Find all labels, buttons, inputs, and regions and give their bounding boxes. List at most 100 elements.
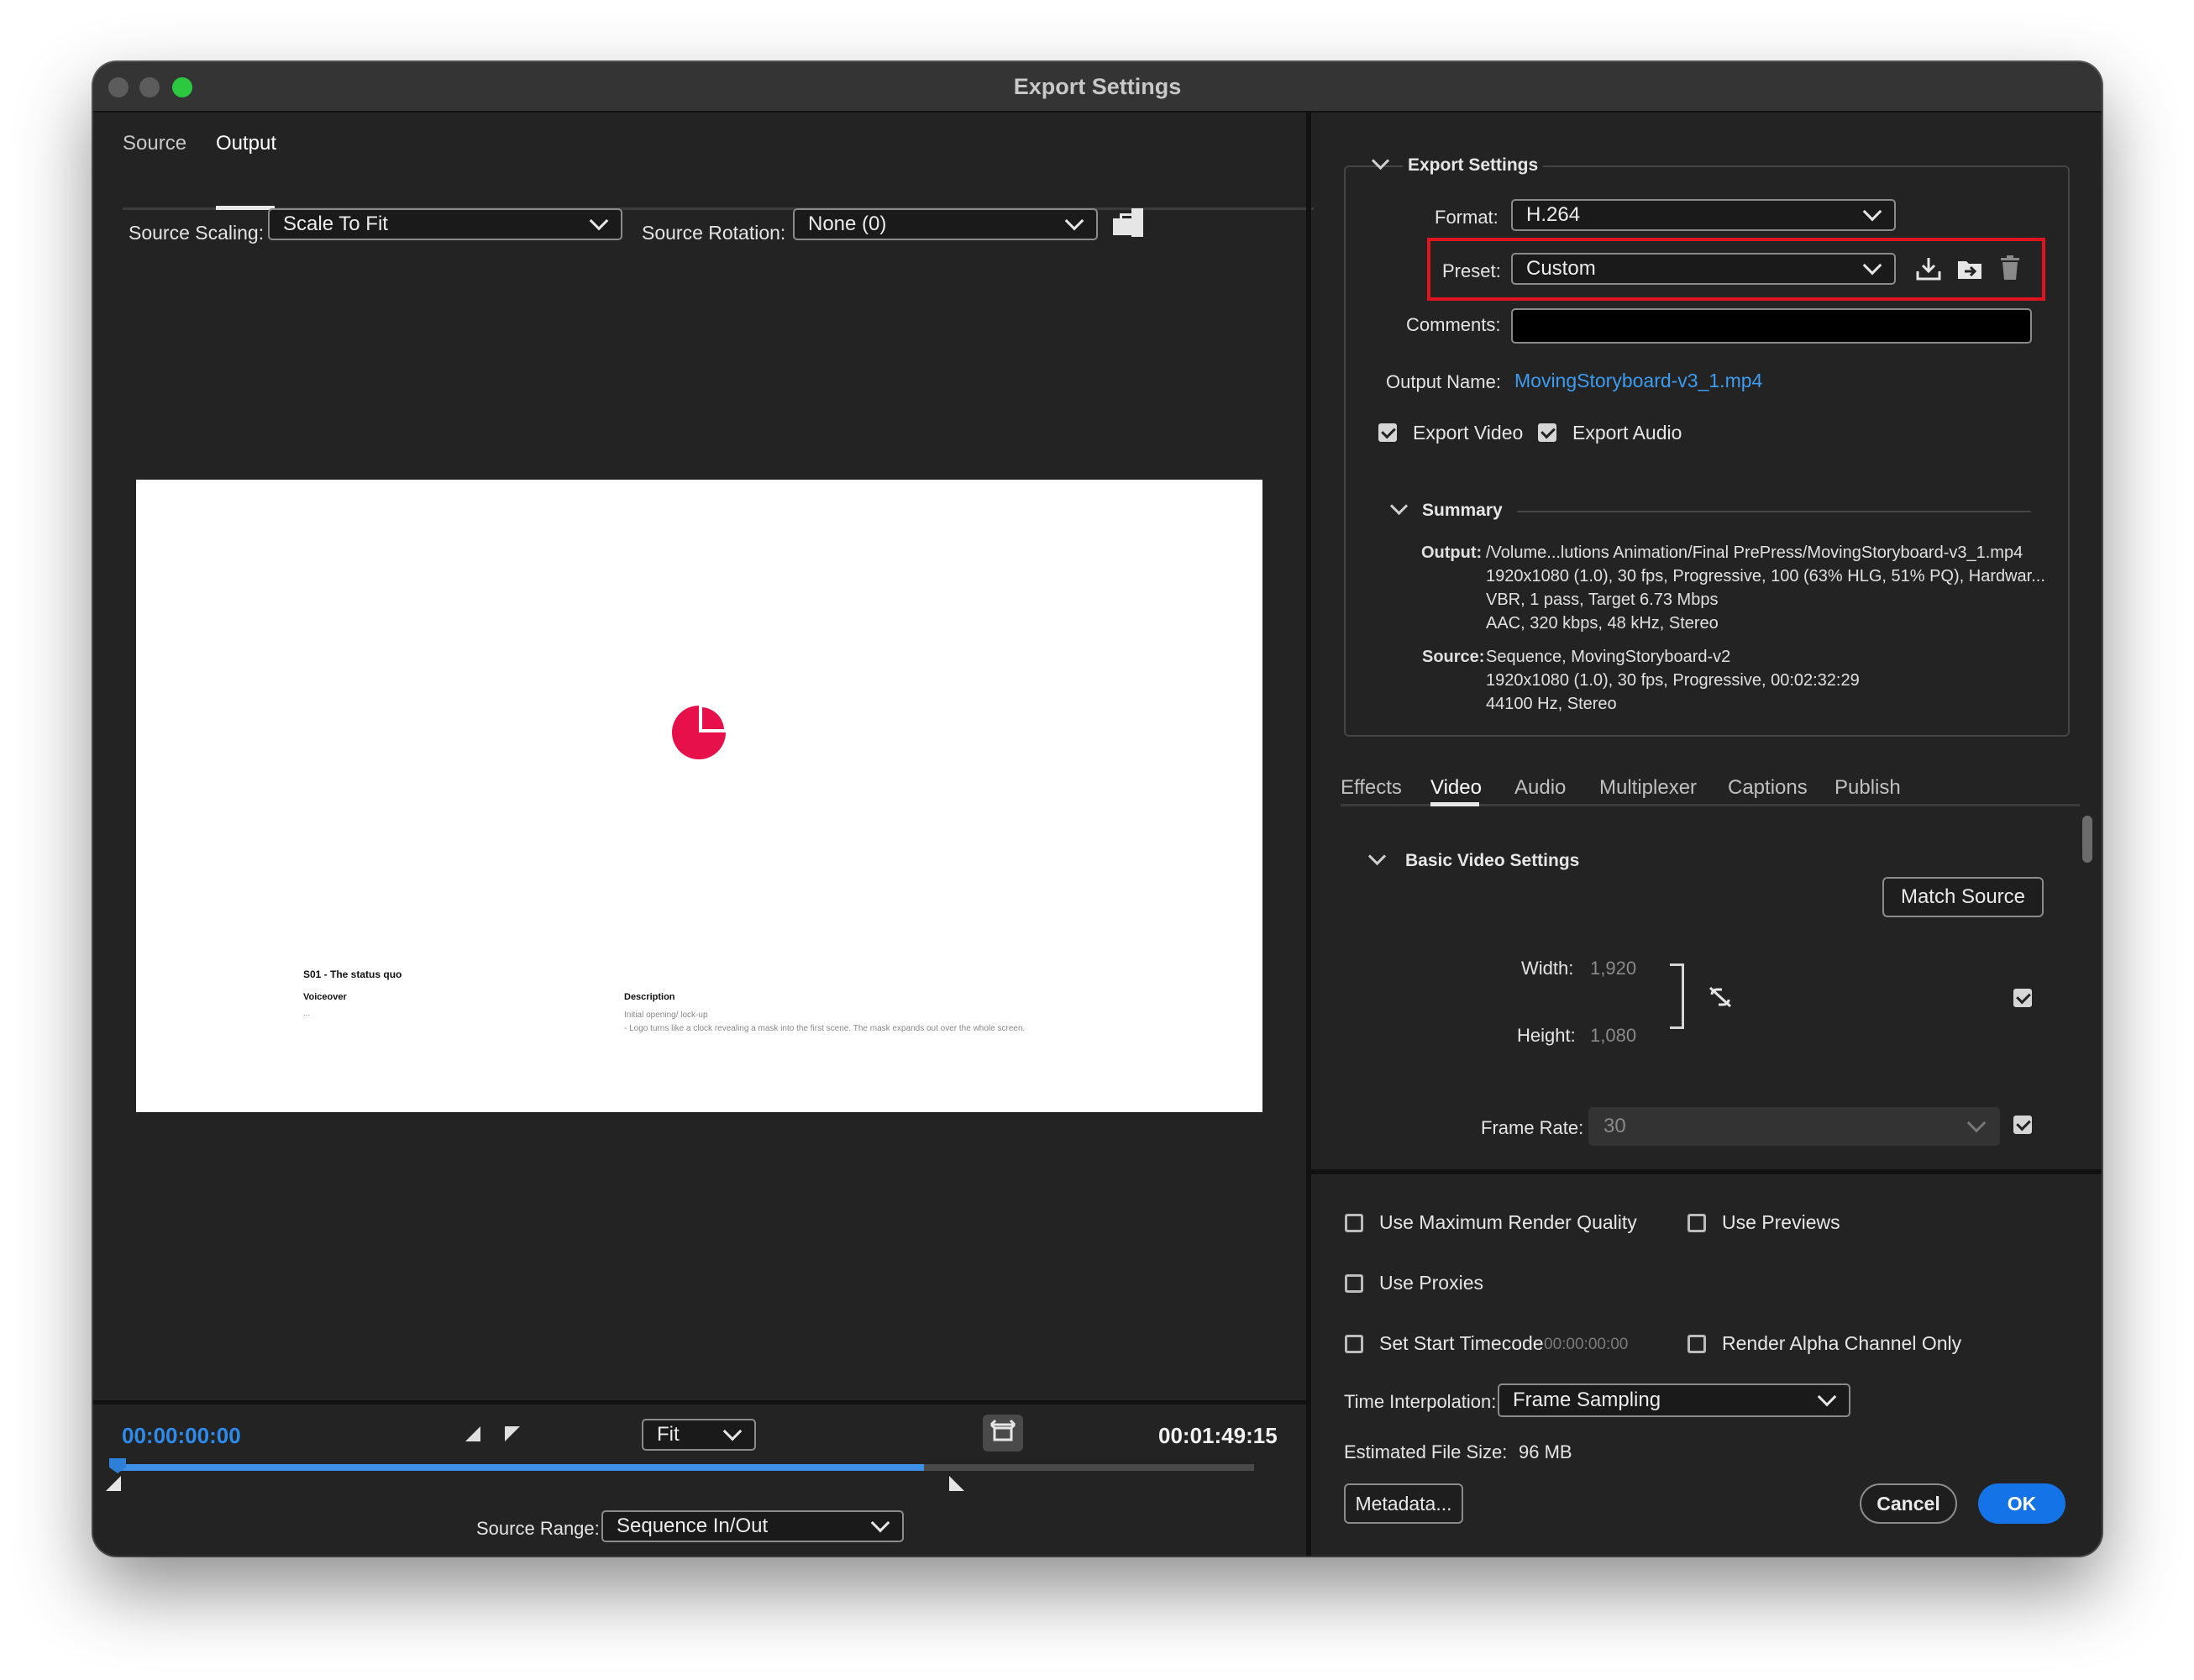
tab-output-underline (216, 206, 275, 210)
end-time: 00:01:49:15 (1158, 1423, 1278, 1448)
summary-output-line: 1920x1080 (1.0), 30 fps, Progressive, 10… (1486, 567, 2045, 585)
summary-source-line: Sequence, MovingStoryboard-v2 (1486, 648, 1731, 666)
fit-timeline-icon (989, 1419, 1016, 1441)
source-range-label: Source Range: (476, 1518, 600, 1539)
bottom-divider (1311, 1169, 2102, 1174)
ok-button[interactable]: OK (1978, 1483, 2065, 1524)
frame-rate-value: 30 (1604, 1115, 1626, 1137)
export-settings-window: Export Settings Source Output Source Sca… (93, 62, 2102, 1556)
in-point-handle-icon[interactable] (106, 1476, 121, 1491)
frame-rate-override-checkbox[interactable] (2013, 1116, 2032, 1134)
width-value[interactable]: 1,920 (1590, 958, 1636, 979)
summary-output-line: /Volume...lutions Animation/Final PrePre… (1486, 543, 2023, 562)
output-name-label: Output Name: (1386, 371, 1501, 392)
use-proxies-label: Use Proxies (1379, 1272, 1483, 1294)
cancel-button[interactable]: Cancel (1860, 1483, 1957, 1524)
tab-captions[interactable]: Captions (1728, 776, 1808, 800)
zoom-value: Fit (657, 1423, 680, 1446)
current-time[interactable]: 00:00:00:00 (122, 1423, 241, 1449)
time-interpolation-value: Frame Sampling (1513, 1389, 1661, 1411)
save-preset-icon[interactable] (1915, 256, 1942, 281)
crop-output-icon[interactable] (1113, 208, 1145, 237)
use-max-render-quality-checkbox[interactable] (1345, 1214, 1363, 1232)
use-proxies-checkbox[interactable] (1345, 1274, 1363, 1293)
chevron-down-icon (870, 1513, 890, 1533)
use-previews-label: Use Previews (1722, 1211, 1840, 1233)
set-start-timecode-checkbox[interactable] (1345, 1335, 1363, 1353)
timeline-range-fill (117, 1464, 925, 1471)
match-source-button[interactable]: Match Source (1882, 877, 2044, 917)
source-rotation-dropdown[interactable]: None (0) (793, 208, 1098, 240)
description-line-2: - Logo turns like a clock revealing a ma… (624, 1024, 1026, 1033)
export-audio-label: Export Audio (1572, 422, 1682, 444)
width-label: Width: (1521, 958, 1574, 979)
timeline-track[interactable] (117, 1464, 1254, 1471)
set-start-timecode-label: Set Start Timecode (1379, 1332, 1544, 1354)
export-video-label: Export Video (1413, 422, 1524, 444)
render-alpha-checkbox[interactable] (1687, 1335, 1706, 1353)
export-audio-checkbox[interactable] (1538, 423, 1556, 442)
collapse-basic-video-icon[interactable] (1367, 847, 1387, 866)
chevron-down-icon (1862, 202, 1882, 222)
height-label: Height: (1517, 1025, 1576, 1046)
tab-publish[interactable]: Publish (1834, 776, 1901, 800)
chevron-down-icon (722, 1421, 743, 1441)
logo-pie-icon (672, 706, 726, 759)
chevron-down-icon (1064, 211, 1084, 231)
tab-audio[interactable]: Audio (1514, 776, 1566, 800)
export-settings-title: Export Settings (1403, 155, 1544, 176)
timeline-divider (93, 1400, 1306, 1404)
voiceover-label: Voiceover (303, 992, 347, 1002)
format-value: H.264 (1526, 203, 1581, 226)
height-value[interactable]: 1,080 (1590, 1025, 1636, 1047)
source-scaling-label: Source Scaling: (129, 222, 265, 244)
tab-multiplexer[interactable]: Multiplexer (1599, 776, 1697, 800)
source-range-dropdown[interactable]: Sequence In/Out (601, 1510, 904, 1542)
window-title: Export Settings (1013, 74, 1182, 99)
pane-divider[interactable] (1306, 113, 1311, 1556)
preset-dropdown[interactable]: Custom (1511, 253, 1896, 285)
title-bar: Export Settings (93, 62, 2102, 113)
comments-input[interactable] (1511, 308, 2032, 344)
export-video-checkbox[interactable] (1378, 423, 1397, 442)
start-timecode-value[interactable]: 00:00:00:00 (1544, 1336, 1628, 1354)
tab-video[interactable]: Video (1430, 776, 1482, 800)
tab-video-underline (1430, 802, 1479, 806)
source-rotation-value: None (0) (808, 213, 887, 235)
summary-source-line: 44100 Hz, Stereo (1486, 695, 1617, 713)
tab-output[interactable]: Output (216, 132, 276, 155)
summary-output-line: AAC, 320 kbps, 48 kHz, Stereo (1486, 614, 1719, 633)
out-point-handle-icon[interactable] (949, 1476, 964, 1491)
video-preview: S01 - The status quo Voiceover ... Descr… (136, 480, 1262, 1112)
delete-preset-icon[interactable] (1998, 255, 2022, 281)
size-override-checkbox[interactable] (2013, 989, 2032, 1007)
source-range-value: Sequence In/Out (617, 1515, 769, 1537)
unlink-aspect-icon[interactable] (1707, 984, 1734, 1010)
chevron-down-icon (1817, 1387, 1837, 1407)
render-alpha-label: Render Alpha Channel Only (1722, 1332, 1962, 1354)
tab-effects[interactable]: Effects (1341, 776, 1402, 800)
import-preset-icon[interactable] (1956, 256, 1985, 281)
preset-value: Custom (1526, 257, 1596, 280)
format-label: Format: (1435, 207, 1499, 228)
description-label: Description (624, 992, 675, 1002)
settings-scrollbar[interactable] (2082, 816, 2092, 863)
fit-timeline-button[interactable] (983, 1415, 1023, 1452)
source-rotation-label: Source Rotation: (642, 222, 786, 244)
voiceover-text: ... (303, 1009, 311, 1018)
frame-rate-dropdown[interactable]: 30 (1588, 1107, 2000, 1146)
summary-output-label: Output: (1421, 543, 1483, 562)
time-interpolation-label: Time Interpolation: (1344, 1391, 1497, 1412)
source-scaling-dropdown[interactable]: Scale To Fit (268, 208, 622, 240)
tab-source[interactable]: Source (123, 132, 186, 155)
summary-source-line: 1920x1080 (1.0), 30 fps, Progressive, 00… (1486, 671, 1860, 690)
mark-in-icon[interactable] (465, 1426, 480, 1441)
metadata-button[interactable]: Metadata... (1344, 1483, 1463, 1524)
use-previews-checkbox[interactable] (1687, 1214, 1706, 1232)
aspect-bracket (1670, 963, 1684, 1029)
mark-out-icon[interactable] (505, 1426, 520, 1441)
time-interpolation-dropdown[interactable]: Frame Sampling (1498, 1383, 1850, 1417)
output-name-link[interactable]: MovingStoryboard-v3_1.mp4 (1514, 370, 1762, 392)
zoom-dropdown[interactable]: Fit (642, 1419, 756, 1451)
format-dropdown[interactable]: H.264 (1511, 199, 1896, 231)
